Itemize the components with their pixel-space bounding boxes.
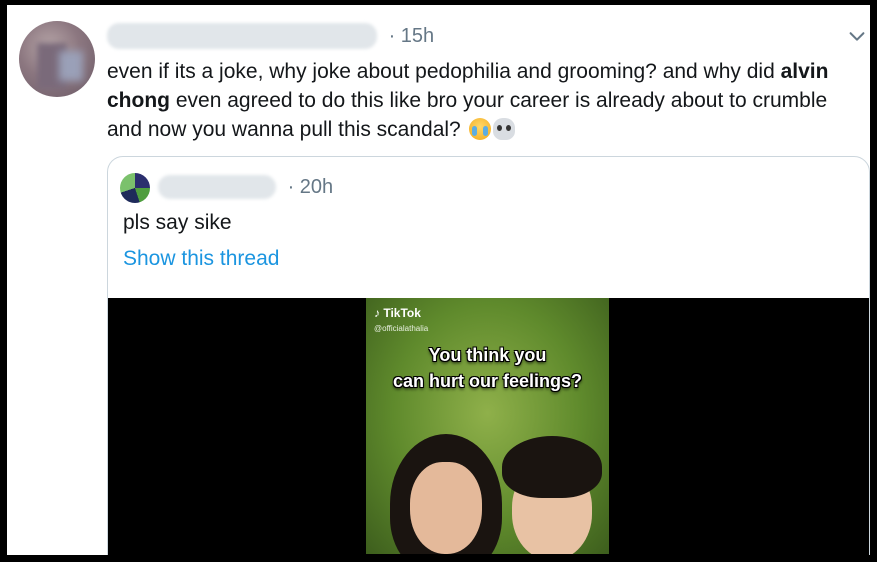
- person-figure-right: [498, 434, 608, 554]
- video-caption: You think you can hurt our feelings?: [366, 342, 609, 394]
- tweet-timestamp[interactable]: · 15h: [389, 25, 435, 48]
- quoted-author-avatar: [120, 173, 150, 203]
- tweet-text-part: even if its a joke, why joke about pedop…: [107, 60, 781, 83]
- quoted-tweet-timestamp: · 20h: [287, 175, 334, 198]
- chevron-down-icon[interactable]: [846, 25, 868, 47]
- tweet-card: · 15h even if its a joke, why joke about…: [7, 5, 870, 555]
- tiktok-username: @officialathalia: [374, 324, 429, 333]
- quoted-tweet[interactable]: · 20h pls say sike Show this thread ♪ Ti…: [107, 156, 870, 555]
- video-caption-line: can hurt our feelings?: [392, 371, 583, 391]
- media-container: ♪ TikTok @officialathalia You think you …: [108, 298, 869, 555]
- tweet-text-part: even agreed to do this like bro your car…: [107, 89, 828, 141]
- quoted-tweet-header: · 20h: [158, 175, 333, 203]
- video-thumbnail[interactable]: ♪ TikTok @officialathalia You think you …: [366, 298, 609, 554]
- tiktok-watermark: ♪ TikTok: [374, 306, 421, 320]
- tiktok-icon: ♪: [374, 306, 380, 320]
- video-caption-line: You think you: [428, 345, 547, 365]
- person-figure-left: [390, 434, 502, 554]
- loudly-crying-face-icon: [468, 118, 491, 140]
- tiktok-brand-label: TikTok: [383, 306, 421, 320]
- show-thread-link[interactable]: Show this thread: [123, 247, 279, 271]
- tweet-text: even if its a joke, why joke about pedop…: [107, 57, 857, 144]
- redacted-quoted-author: [158, 175, 276, 199]
- redacted-author-name: [107, 23, 377, 49]
- author-avatar[interactable]: [19, 21, 95, 97]
- quoted-tweet-text: pls say sike: [123, 211, 232, 234]
- skull-icon: [492, 118, 515, 140]
- tweet-header: · 15h: [107, 23, 434, 51]
